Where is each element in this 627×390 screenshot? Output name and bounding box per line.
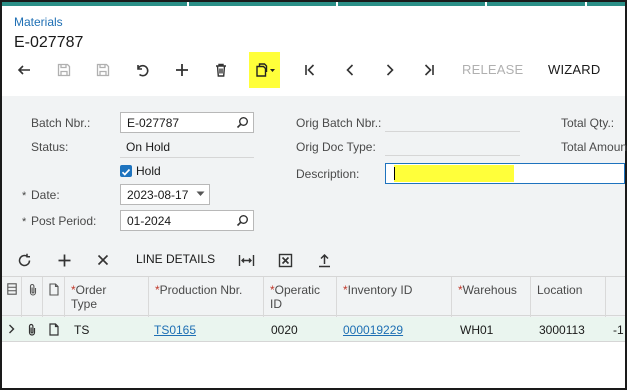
post-period-label: Post Period: — [31, 214, 97, 228]
column-location[interactable]: Location — [530, 277, 605, 317]
column-warehouse[interactable]: *Warehous — [451, 277, 530, 317]
fit-columns-button[interactable] — [238, 250, 255, 270]
orig-doc-type-label: Orig Doc Type: — [296, 140, 376, 154]
post-period-value: 01-2024 — [127, 214, 172, 228]
delete-button[interactable] — [207, 52, 235, 88]
close-icon — [97, 254, 109, 266]
cell-location[interactable]: 3000113 — [539, 323, 585, 337]
release-button[interactable]: RELEASE — [462, 62, 523, 77]
paperclip-icon[interactable] — [27, 323, 37, 336]
last-record-button[interactable] — [415, 52, 443, 88]
status-label: Status: — [31, 140, 69, 154]
batch-nbr-value: E-027787 — [127, 116, 180, 130]
cell-warehouse[interactable]: WH01 — [460, 323, 493, 337]
column-row-selector[interactable] — [2, 277, 21, 317]
breadcrumb[interactable]: Materials — [14, 15, 63, 29]
checkmark-icon — [121, 168, 131, 176]
total-amount-label: Total Amount — [561, 140, 627, 154]
column-notes[interactable] — [42, 277, 64, 317]
copy-paste-icon — [255, 63, 275, 77]
date-label: Date: — [31, 188, 60, 202]
chevron-down-icon[interactable] — [196, 191, 205, 197]
search-icon[interactable] — [236, 214, 249, 227]
column-order-type[interactable]: *Order Type — [64, 277, 148, 317]
upload-icon — [319, 253, 330, 267]
grid-settings-icon — [7, 283, 17, 295]
previous-icon — [346, 64, 354, 76]
add-icon — [176, 64, 188, 76]
delete-row-button[interactable] — [96, 250, 110, 270]
description-highlight — [394, 165, 514, 182]
orig-batch-nbr-label: Orig Batch Nbr.: — [296, 116, 382, 130]
page-title: E-027787 — [14, 34, 84, 51]
total-qty-label: Total Qty.: — [561, 116, 615, 130]
copy-paste-button[interactable] — [249, 52, 280, 88]
refresh-icon — [18, 253, 31, 266]
undo-icon — [137, 64, 149, 77]
required-marker: * — [22, 216, 27, 228]
table-row[interactable]: TS TS0165 0020 000019229 WH01 3000113 -1 — [2, 317, 625, 342]
undo-button[interactable] — [128, 52, 156, 88]
column-quantity[interactable] — [605, 277, 625, 317]
first-icon — [305, 64, 315, 76]
cell-operation-id[interactable]: 0020 — [271, 323, 298, 337]
hold-checkbox[interactable] — [120, 165, 132, 177]
save-close-button[interactable] — [50, 52, 78, 88]
date-field[interactable]: 2023-08-17 — [120, 184, 210, 205]
date-value: 2023-08-17 — [127, 188, 189, 202]
back-icon — [17, 65, 30, 75]
save-icon — [96, 63, 110, 77]
note-icon[interactable] — [49, 323, 59, 336]
add-button[interactable] — [168, 52, 196, 88]
excel-icon — [278, 253, 293, 267]
delete-icon — [216, 63, 226, 77]
hold-label[interactable]: Hold — [136, 164, 161, 178]
required-marker: * — [22, 190, 27, 202]
first-record-button[interactable] — [296, 52, 324, 88]
export-excel-button[interactable] — [278, 250, 293, 270]
wizard-button[interactable]: WIZARD — [548, 62, 600, 77]
refresh-button[interactable] — [17, 250, 32, 270]
save-button[interactable] — [89, 52, 117, 88]
description-label: Description: — [296, 167, 360, 181]
note-icon — [49, 283, 59, 296]
batch-nbr-field[interactable]: E-027787 — [120, 112, 254, 133]
chevron-right-icon — [9, 324, 15, 334]
grid-header: *Order Type *Production Nbr. *Operatic ID … — [2, 276, 625, 317]
previous-record-button[interactable] — [336, 52, 364, 88]
orig-batch-nbr-underline — [385, 131, 520, 132]
cell-production-nbr[interactable]: TS0165 — [154, 323, 196, 337]
next-icon — [386, 64, 394, 76]
description-input[interactable] — [385, 163, 625, 184]
back-button[interactable] — [10, 52, 38, 88]
cell-quantity[interactable]: -1 — [613, 323, 624, 337]
add-icon — [58, 254, 71, 266]
paperclip-icon — [29, 284, 37, 296]
search-icon[interactable] — [236, 116, 249, 129]
next-record-button[interactable] — [376, 52, 404, 88]
batch-nbr-label: Batch Nbr.: — [31, 116, 91, 130]
fit-to-width-icon — [238, 254, 255, 266]
text-caret — [394, 167, 395, 180]
save-close-icon — [57, 63, 71, 77]
column-production-nbr[interactable]: *Production Nbr. — [148, 277, 263, 317]
column-inventory-id[interactable]: *Inventory ID — [336, 277, 451, 317]
cell-order-type[interactable]: TS — [74, 323, 89, 337]
add-row-button[interactable] — [57, 250, 72, 270]
last-icon — [424, 64, 434, 76]
status-value: On Hold — [126, 140, 171, 154]
line-details-button[interactable]: LINE DETAILS — [136, 252, 215, 266]
orig-doc-type-underline — [385, 155, 520, 156]
status-underline — [120, 157, 254, 158]
cell-inventory-id[interactable]: 000019229 — [343, 323, 403, 337]
column-operation-id[interactable]: *Operatic ID — [263, 277, 336, 317]
column-files[interactable] — [21, 277, 42, 317]
upload-button[interactable] — [317, 250, 332, 270]
top-accent-bar — [2, 2, 625, 6]
post-period-field[interactable]: 01-2024 — [120, 210, 254, 231]
